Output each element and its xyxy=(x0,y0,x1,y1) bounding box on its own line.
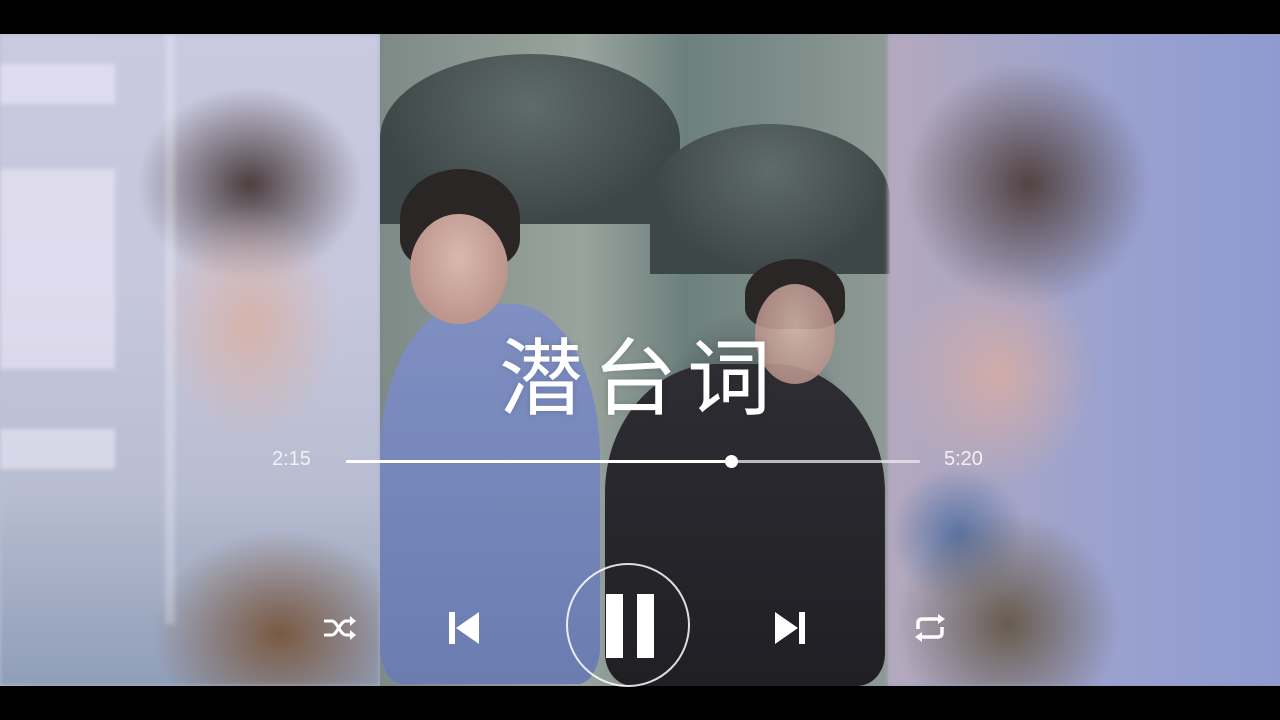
shuffle-icon xyxy=(324,616,356,640)
progress-fill xyxy=(346,460,731,463)
progress-bar[interactable] xyxy=(346,455,920,468)
window-pane xyxy=(0,64,115,104)
pause-icon xyxy=(606,594,654,658)
repeat-icon xyxy=(915,614,945,642)
progress-knob[interactable] xyxy=(724,455,738,468)
current-time: 2:15 xyxy=(272,448,311,470)
pause-button-glyph[interactable] xyxy=(600,594,660,658)
total-time: 5:20 xyxy=(944,448,983,470)
skip-previous-icon xyxy=(449,612,479,644)
next-button[interactable] xyxy=(770,608,810,648)
previous-button[interactable] xyxy=(444,608,484,648)
song-title: 潜台词 xyxy=(498,330,781,428)
window-pane xyxy=(0,429,115,469)
skip-next-icon xyxy=(775,612,805,644)
repeat-button[interactable] xyxy=(910,610,950,646)
umbrella-right xyxy=(650,124,890,274)
shuffle-button[interactable] xyxy=(320,610,360,646)
person-left-face xyxy=(410,214,508,324)
